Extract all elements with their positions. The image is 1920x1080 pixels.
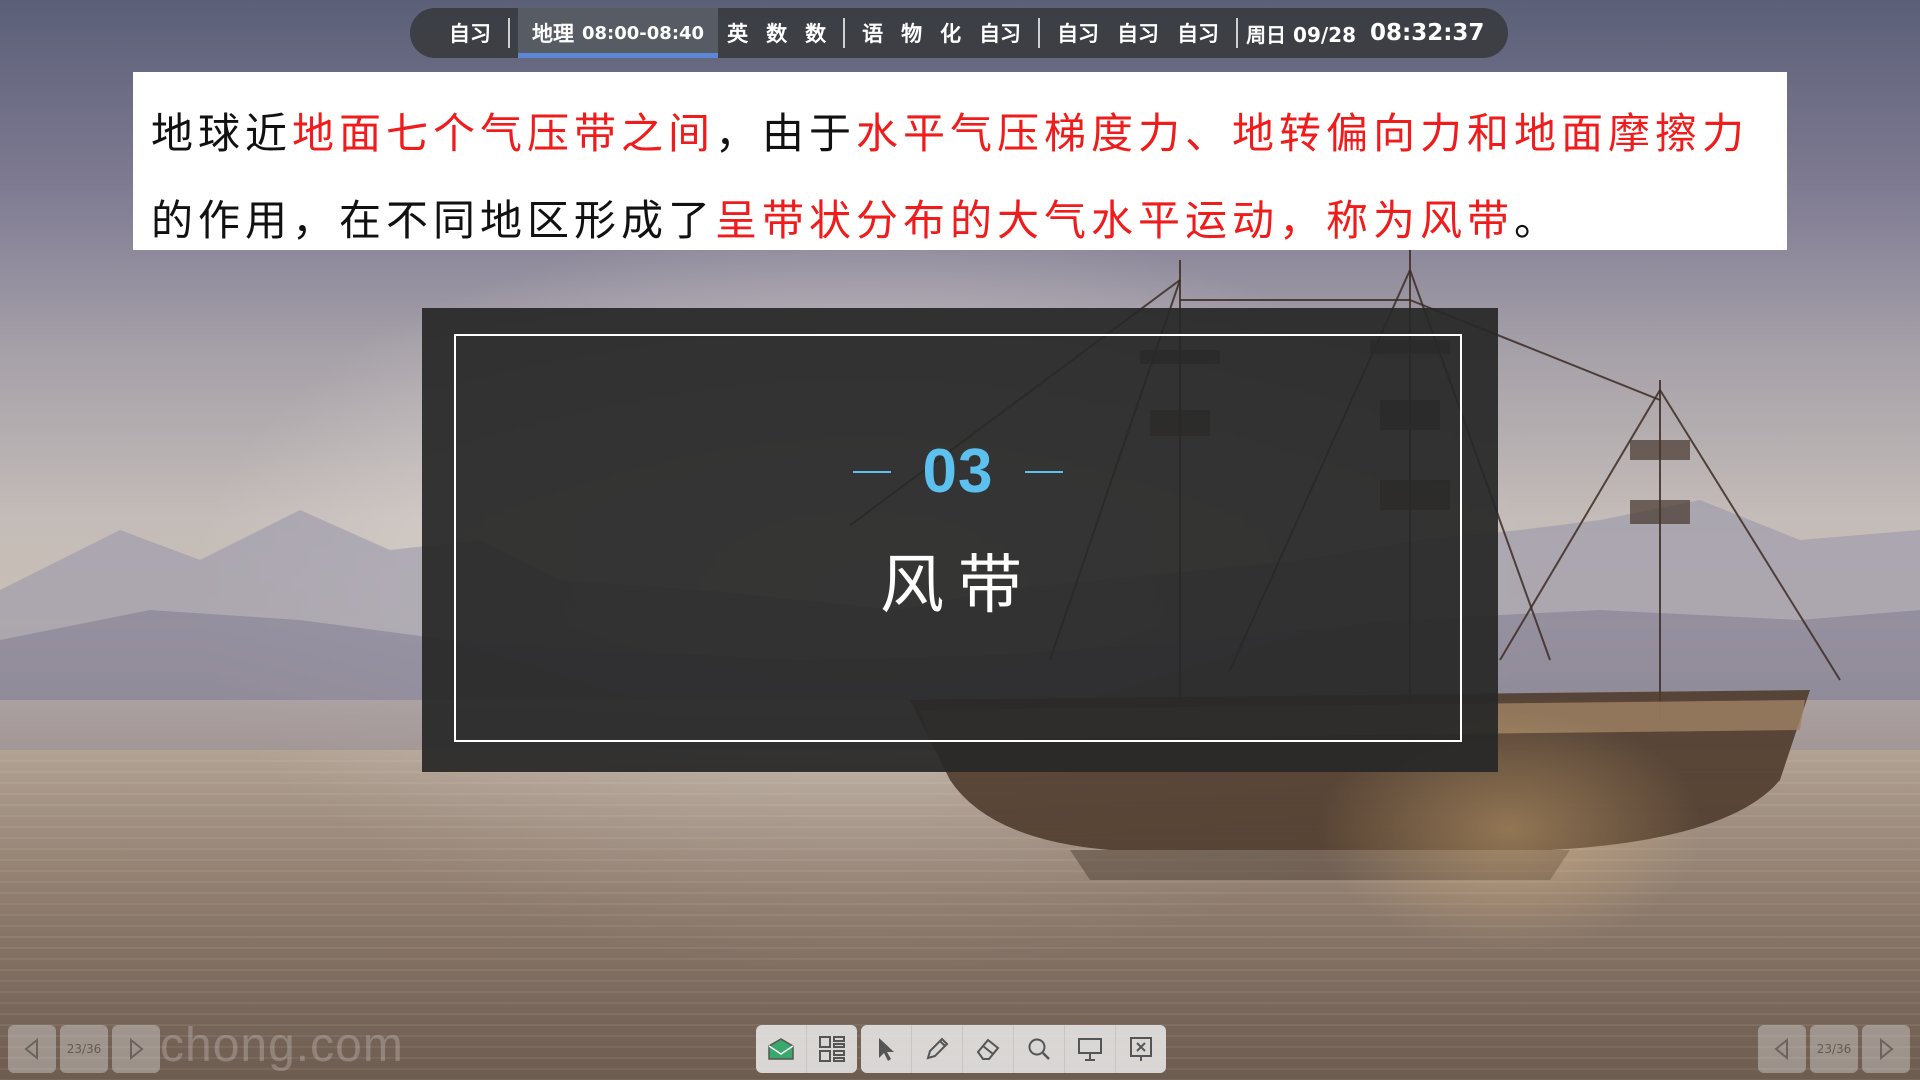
chevron-left-icon (24, 1038, 38, 1060)
schedule-divider (843, 18, 846, 48)
exit-presentation-button[interactable] (1116, 1025, 1166, 1073)
date-display: 周日 09/28 (1246, 22, 1356, 47)
exit-presentation-icon (1130, 1037, 1152, 1061)
select-tool-button[interactable] (861, 1025, 912, 1073)
schedule-divider (1038, 18, 1041, 48)
pen-icon (926, 1037, 949, 1060)
schedule-slot[interactable]: 物 (892, 18, 931, 48)
schedule-divider (1236, 18, 1239, 48)
definition-highlight: 水平气压梯度力、地转偏向力和地面摩擦力 (856, 109, 1750, 158)
schedule-slot[interactable]: 自习 (1108, 18, 1168, 48)
cursor-icon (879, 1038, 894, 1061)
qr-grid-icon (819, 1036, 845, 1062)
schedule-slot[interactable]: 化 (931, 18, 970, 48)
schedule-slot[interactable]: 自习 (440, 18, 500, 48)
schedule-slot[interactable]: 数 (796, 18, 835, 48)
chevron-left-icon (1774, 1038, 1788, 1060)
next-page-button[interactable] (112, 1025, 160, 1073)
eraser-icon (976, 1038, 1000, 1060)
page-indicator[interactable]: 23/36 (60, 1025, 108, 1073)
definition-text: 的作用，在不同地区形成了 (151, 196, 716, 245)
schedule-slot[interactable]: 英 (718, 18, 757, 48)
schedule-slot[interactable]: 自习 (1168, 18, 1228, 48)
schedule-slot[interactable]: 自习 (970, 18, 1030, 48)
definition-card: 地球近地面七个气压带之间，由于水平气压梯度力、地转偏向力和地面摩擦力的作用，在不… (133, 72, 1787, 250)
schedule-slot[interactable]: 自习 (1048, 18, 1108, 48)
page-nav-right: 23/36 (1758, 1025, 1910, 1073)
page-indicator[interactable]: 23/36 (1810, 1025, 1858, 1073)
section-frame: 03 风带 (454, 334, 1462, 742)
decorative-line (1025, 470, 1064, 473)
section-title: 风带 (880, 549, 1036, 623)
pen-tool-button[interactable] (912, 1025, 963, 1073)
definition-highlight: 地面七个气压带之间 (292, 109, 716, 158)
chevron-right-icon (130, 1038, 144, 1060)
definition-highlight: 呈带状分布的大气水平运动，称为风带 (715, 196, 1515, 245)
definition-text: 地球近 (151, 109, 293, 158)
schedule-slot[interactable]: 数 (757, 18, 796, 48)
decorative-line (852, 470, 891, 473)
schedule-divider (508, 18, 510, 48)
page-nav-left: 23/36 (8, 1025, 160, 1073)
annotation-toolbar (756, 1025, 1166, 1073)
current-period-time: 08:00-08:40 (582, 22, 705, 44)
envelope-icon (768, 1038, 794, 1060)
qr-grid-button[interactable] (807, 1025, 857, 1073)
zoom-tool-button[interactable] (1014, 1025, 1065, 1073)
toolbar-group-right (861, 1025, 1166, 1073)
prev-page-button[interactable] (8, 1025, 56, 1073)
envelope-button[interactable] (756, 1025, 807, 1073)
next-page-button[interactable] (1862, 1025, 1910, 1073)
section-title-card: 03 风带 (422, 308, 1498, 772)
presentation-button[interactable] (1065, 1025, 1116, 1073)
prev-page-button[interactable] (1758, 1025, 1806, 1073)
definition-text: ，由于 (715, 109, 857, 158)
section-number: 03 (922, 437, 994, 506)
class-schedule-bar: 自习 地理 08:00-08:40 英 数 数 语 物 化 自习 自习 自习 自… (410, 8, 1508, 58)
presentation-icon (1078, 1038, 1102, 1061)
toolbar-group-left (756, 1025, 857, 1073)
magnifier-icon (1028, 1038, 1050, 1060)
eraser-tool-button[interactable] (963, 1025, 1014, 1073)
schedule-slot[interactable]: 语 (853, 18, 892, 48)
section-number-row: 03 (456, 436, 1460, 507)
watermark-text: chong.com (160, 1019, 404, 1072)
chevron-right-icon (1880, 1038, 1894, 1060)
definition-text: 。 (1514, 196, 1562, 245)
current-subject: 地理 (532, 22, 574, 46)
schedule-slot-current[interactable]: 地理 08:00-08:40 (518, 8, 719, 58)
clock-display: 08:32:37 (1370, 20, 1485, 46)
